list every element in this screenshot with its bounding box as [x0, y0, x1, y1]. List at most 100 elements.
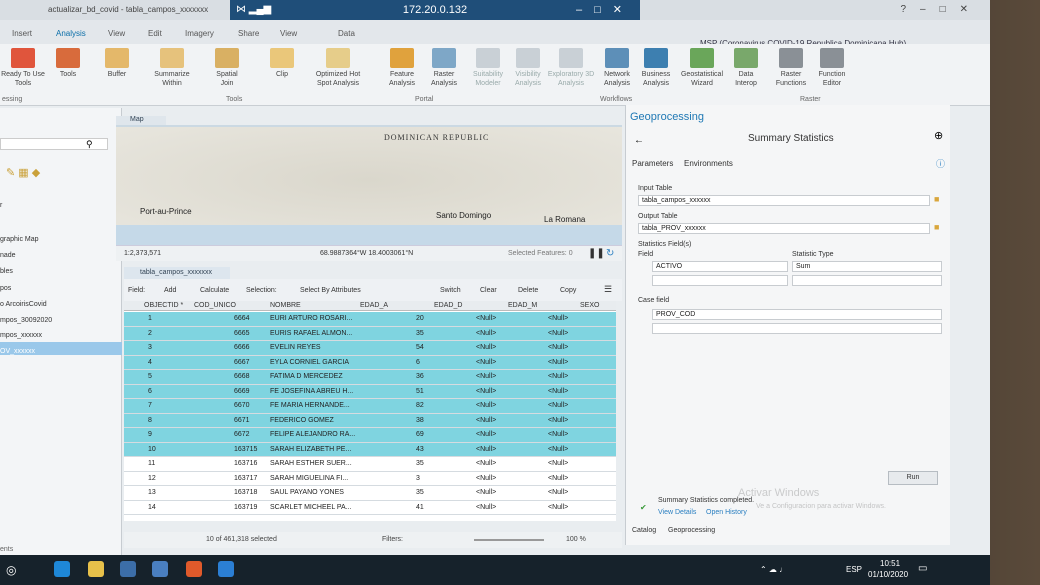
cell-nombre[interactable]: EYLA CORNIEL GARCIA — [270, 359, 349, 366]
tools-button[interactable]: Tools — [54, 48, 82, 79]
cell-objectid[interactable]: 8 — [148, 417, 152, 424]
cell-edad-a[interactable]: 6 — [416, 359, 420, 366]
cell-edad-m[interactable]: <Null> — [548, 475, 568, 482]
geoprocessing-tab[interactable]: Geoprocessing — [668, 527, 715, 534]
cell-edad-a[interactable]: 35 — [416, 460, 424, 467]
cell-edad-m[interactable]: <Null> — [548, 402, 568, 409]
view-details-link[interactable]: View Details — [658, 509, 696, 516]
hotspot-button[interactable]: Optimized Hot Spot Analysis — [308, 48, 368, 88]
cell-objectid[interactable]: 5 — [148, 373, 152, 380]
cell-cod-unico[interactable]: 163716 — [234, 460, 257, 467]
open-history-link[interactable]: Open History — [706, 509, 747, 516]
cell-nombre[interactable]: SARAH MIGUELINA FI... — [270, 475, 348, 482]
clip-button[interactable]: Clip — [268, 48, 296, 79]
refresh-icon[interactable]: ↻ — [606, 248, 614, 259]
add-field-button[interactable]: Add — [164, 287, 176, 294]
cell-objectid[interactable]: 3 — [148, 344, 152, 351]
spatial-join-button[interactable]: Spatial Join — [212, 48, 242, 88]
col-objectid[interactable]: OBJECTID * — [144, 302, 183, 309]
cell-edad-a[interactable]: 41 — [416, 504, 424, 511]
switch-button[interactable]: Switch — [440, 287, 461, 294]
cell-nombre[interactable]: SARAH ESTHER SUER... — [270, 460, 352, 467]
cell-edad-a[interactable]: 35 — [416, 489, 424, 496]
table-row[interactable]: 4 6667 EYLA CORNIEL GARCIA 6 <Null> <Null> — [124, 355, 616, 370]
cell-objectid[interactable]: 13 — [148, 489, 156, 496]
cell-cod-unico[interactable]: 6669 — [234, 388, 250, 395]
notifications-icon[interactable]: ▭ — [918, 563, 927, 574]
cell-nombre[interactable]: FE JOSEFINA ABREU H... — [270, 388, 353, 395]
delete-button[interactable]: Delete — [518, 287, 538, 294]
output-folder-icon[interactable]: ■ — [934, 222, 939, 232]
col-edad-m[interactable]: EDAD_M — [508, 302, 537, 309]
table-row[interactable]: 3 6666 EVELIN REYES 54 <Null> <Null> — [124, 341, 616, 356]
cell-edad-d[interactable]: <Null> — [476, 489, 496, 496]
cell-edad-d[interactable]: <Null> — [476, 359, 496, 366]
layer-item-campos-xxxxxx[interactable]: mpos_xxxxxx — [0, 332, 42, 339]
cell-objectid[interactable]: 9 — [148, 431, 152, 438]
tab-view[interactable]: View — [108, 29, 125, 38]
clear-button[interactable]: Clear — [480, 287, 497, 294]
rdp-window-controls[interactable]: –□✕ — [576, 0, 634, 20]
cell-edad-a[interactable]: 35 — [416, 330, 424, 337]
cell-edad-m[interactable]: <Null> — [548, 330, 568, 337]
col-nombre[interactable]: NOMBRE — [270, 302, 301, 309]
cell-edad-a[interactable]: 82 — [416, 402, 424, 409]
table-row[interactable]: 14 163719 SCARLET MICHEEL PA... 41 <Null> <Nu… — [124, 501, 616, 515]
cell-edad-m[interactable]: <Null> — [548, 431, 568, 438]
map-view[interactable]: DOMINICAN REPUBLIC Port-au-Prince Santo … — [116, 125, 622, 245]
cell-edad-d[interactable]: <Null> — [476, 315, 496, 322]
clock-date[interactable]: 01/10/2020 — [868, 570, 908, 579]
cell-cod-unico[interactable]: 163719 — [234, 504, 257, 511]
cell-objectid[interactable]: 6 — [148, 388, 152, 395]
add-icon[interactable]: ⊕ — [934, 129, 943, 142]
pin-icon[interactable]: ⋈ ▂▄▆ — [236, 0, 271, 20]
cell-cod-unico[interactable]: 163717 — [234, 475, 257, 482]
data-interop-button[interactable]: Data Interop — [728, 48, 764, 88]
cell-edad-m[interactable]: <Null> — [548, 446, 568, 453]
raster-functions-button[interactable]: Raster Functions — [772, 48, 810, 88]
cell-objectid[interactable]: 7 — [148, 402, 152, 409]
table-row[interactable]: 2 6665 EURIS RAFAEL ALMON... 35 <Null> <Null> — [124, 326, 616, 341]
cell-nombre[interactable]: FE MARIA HERNANDE... — [270, 402, 350, 409]
business-analysis-button[interactable]: Business Analysis — [638, 48, 674, 88]
map-scale[interactable]: 1:2,373,571 — [124, 250, 161, 257]
attribute-table-tab[interactable]: tabla_campos_xxxxxxx — [124, 267, 230, 279]
cell-objectid[interactable]: 10 — [148, 446, 156, 453]
table-row[interactable]: 7 6670 FE MARIA HERNANDE... 82 <Null> <Null> — [124, 399, 616, 414]
cell-cod-unico[interactable]: 6668 — [234, 373, 250, 380]
input-table-field[interactable]: tabla_campos_xxxxxx — [638, 195, 930, 206]
start-icon[interactable]: ◎ — [6, 563, 16, 577]
filters-label[interactable]: Filters: — [382, 536, 403, 543]
table-row[interactable]: 5 6668 FATIMA D MERCEDEZ 36 <Null> <Null> — [124, 370, 616, 385]
cell-edad-m[interactable]: <Null> — [548, 373, 568, 380]
tab-imagery[interactable]: Imagery — [185, 29, 214, 38]
cell-objectid[interactable]: 12 — [148, 475, 156, 482]
col-edad-a[interactable]: EDAD_A — [360, 302, 388, 309]
table-row[interactable]: 1 6664 EURI ARTURO ROSARI... 20 <Null> <Null> — [124, 312, 616, 327]
cell-edad-d[interactable]: <Null> — [476, 388, 496, 395]
cell-edad-d[interactable]: <Null> — [476, 475, 496, 482]
tab-insert[interactable]: Insert — [12, 29, 32, 38]
statistics-field-select[interactable]: ACTIVO — [652, 261, 788, 272]
cell-edad-m[interactable]: <Null> — [548, 388, 568, 395]
cell-nombre[interactable]: SCARLET MICHEEL PA... — [270, 504, 352, 511]
cell-edad-a[interactable]: 38 — [416, 417, 424, 424]
cell-edad-m[interactable]: <Null> — [548, 489, 568, 496]
cell-nombre[interactable]: EVELIN REYES — [270, 344, 321, 351]
cell-edad-m[interactable]: <Null> — [548, 460, 568, 467]
exploratory-button[interactable]: Exploratory 3D Analysis — [546, 48, 596, 88]
layer-item-arcoiris[interactable]: o ArcoirisCovid — [0, 301, 47, 308]
layer-item-topographic[interactable]: graphic Map — [0, 236, 39, 243]
col-sexo[interactable]: SEXO — [580, 302, 599, 309]
layer-item-0[interactable]: r — [0, 202, 2, 209]
cell-edad-a[interactable]: 43 — [416, 446, 424, 453]
table-menu-icon[interactable]: ☰ — [604, 284, 612, 295]
case-field-empty[interactable] — [652, 323, 942, 334]
cell-cod-unico[interactable]: 163715 — [234, 446, 257, 453]
output-table-field[interactable]: tabla_PROV_xxxxxx — [638, 223, 930, 234]
firefox-icon[interactable] — [186, 561, 202, 577]
select-by-attributes-button[interactable]: Select By Attributes — [300, 287, 361, 294]
cell-edad-d[interactable]: <Null> — [476, 431, 496, 438]
app-icon[interactable] — [120, 561, 136, 577]
cell-cod-unico[interactable]: 6672 — [234, 431, 250, 438]
